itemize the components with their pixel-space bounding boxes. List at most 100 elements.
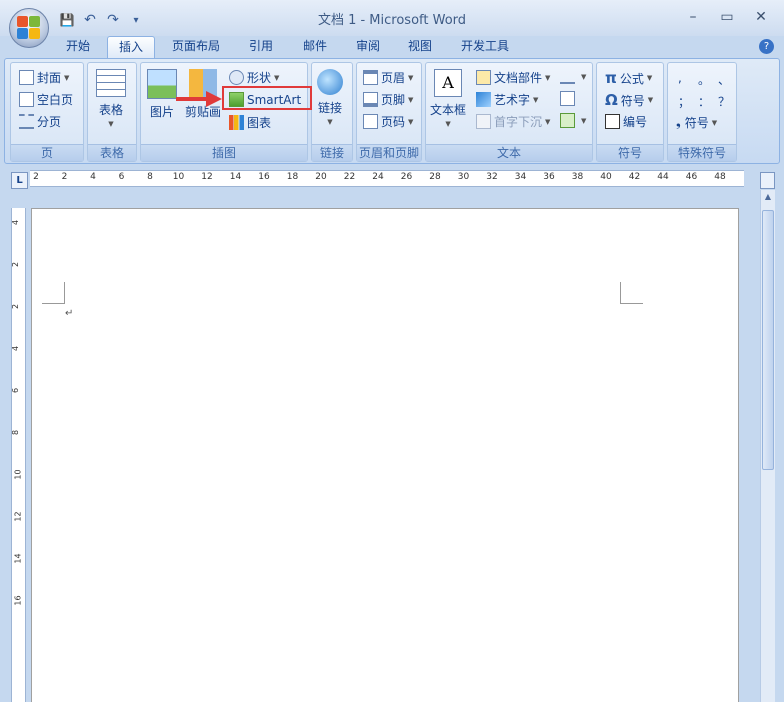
footer-button[interactable]: 页脚 ▼ <box>363 91 413 108</box>
smartart-button[interactable]: SmartArt <box>229 92 301 107</box>
page-number-button[interactable]: 页码 ▼ <box>363 113 413 130</box>
shapes-label: 形状 <box>247 71 272 85</box>
ruler-number: 30 <box>457 172 470 182</box>
maximize-button[interactable]: ▭ <box>710 6 744 28</box>
special-char-enum-comma[interactable]: 、 <box>718 71 730 88</box>
tab-insert[interactable]: 插入 <box>107 36 155 58</box>
vertical-ruler[interactable]: 4 2 2 4 6 8 10 12 14 16 <box>11 208 26 702</box>
paragraph-mark: ↵ <box>65 308 74 319</box>
ruler-number: 4 <box>90 172 96 182</box>
special-char-colon[interactable]: ： <box>698 93 710 110</box>
links-button[interactable]: 链接 ▼ <box>317 69 343 126</box>
ruler-number: 16 <box>258 172 270 182</box>
group-header-footer: 页眉 ▼ 页脚 ▼ 页码 ▼ 页眉和页脚 <box>356 62 422 162</box>
chart-button[interactable]: 图表 <box>229 114 271 131</box>
numbering-icon <box>605 114 620 129</box>
group-text: A 文本框 ▼ 文档部件 ▼ 艺术字 ▼ 首字下沉 ▼ ▼ ▼ 文本 <box>425 62 593 162</box>
header-button[interactable]: 页眉 ▼ <box>363 69 413 86</box>
table-label: 表格 <box>98 103 123 117</box>
tab-page-layout[interactable]: 页面布局 <box>172 36 220 58</box>
wordart-label: 艺术字 <box>494 93 531 107</box>
dropcap-label: 首字下沉 <box>494 115 543 129</box>
blank-page-label: 空白页 <box>37 93 74 107</box>
date-time-button[interactable] <box>560 91 578 106</box>
equation-button[interactable]: π 公式 ▼ <box>605 69 652 87</box>
symbol-button[interactable]: Ω 符号 ▼ <box>605 91 653 109</box>
office-button[interactable] <box>9 8 49 48</box>
office-logo-icon <box>17 16 41 40</box>
pi-icon: π <box>605 69 617 87</box>
vertical-scrollbar[interactable]: ▲ <box>760 190 775 702</box>
special-char-semicolon[interactable]: ； <box>678 93 690 110</box>
wordart-icon <box>476 92 491 107</box>
vruler-number: 2 <box>11 261 21 268</box>
vruler-number: 8 <box>11 429 21 436</box>
dropcap-icon <box>476 114 491 129</box>
cover-page-button[interactable]: 封面 ▼ <box>19 69 69 86</box>
group-special-symbols: , 。 、 ； ： ？ ❟ 符号 ▼ 特殊符号 <box>667 62 737 162</box>
numbering-button[interactable]: 编号 <box>605 113 647 130</box>
horizontal-ruler[interactable]: 2 2 4 6 8 10 12 14 16 18 20 22 24 26 28 30 32 34 36 38 40 42 4… <box>30 170 744 187</box>
table-button[interactable]: 表格 ▼ <box>96 69 126 128</box>
group-label-header-footer: 页眉和页脚 <box>357 144 421 161</box>
blank-page-button[interactable]: 空白页 <box>19 91 73 108</box>
minimize-button[interactable]: – <box>676 6 710 28</box>
quick-parts-label: 文档部件 <box>494 71 543 85</box>
dropcap-button[interactable]: 首字下沉 ▼ <box>476 113 550 130</box>
ruler-number: 2 <box>33 172 39 182</box>
special-symbol-more-button[interactable]: ❟ 符号 ▼ <box>676 114 717 131</box>
document-page[interactable]: ↵ <box>31 208 739 702</box>
window-title: 文档 1 - Microsoft Word <box>317 13 467 28</box>
shapes-button[interactable]: 形状 ▼ <box>229 69 279 86</box>
page-break-button[interactable]: 分页 <box>19 113 61 130</box>
group-label-tables: 表格 <box>88 144 136 161</box>
group-links: 链接 ▼ 链接 <box>311 62 353 162</box>
footer-label: 页脚 <box>381 93 406 107</box>
ruler-number: 28 <box>429 172 441 182</box>
scroll-up-button[interactable]: ▲ <box>763 192 773 204</box>
picture-label: 图片 <box>149 105 174 119</box>
close-button[interactable]: ✕ <box>744 6 778 28</box>
object-icon <box>560 113 575 128</box>
equation-label: 公式 <box>619 71 644 86</box>
margin-corner-top-right <box>620 282 643 304</box>
ruler-number: 12 <box>201 172 213 182</box>
tab-mailings[interactable]: 邮件 <box>303 36 327 58</box>
group-label-text: 文本 <box>426 144 592 161</box>
ruler-number: 42 <box>628 172 641 182</box>
picture-button[interactable]: 图片 <box>147 69 177 120</box>
ruler-number: 34 <box>514 172 527 182</box>
group-label-links: 链接 <box>312 144 352 161</box>
ribbon: 封面 ▼ 空白页 分页 页 表格 ▼ 表格 图片 剪贴画 形状 ▼ SmartA… <box>4 58 780 164</box>
group-tables: 表格 ▼ 表格 <box>87 62 137 162</box>
tab-stop-selector[interactable]: L <box>11 172 28 189</box>
numbering-label: 编号 <box>623 115 648 129</box>
view-ruler-toggle-icon[interactable] <box>760 172 775 189</box>
ruler-number: 2 <box>61 172 68 182</box>
wordart-button[interactable]: 艺术字 ▼ <box>476 91 538 108</box>
tab-review[interactable]: 审阅 <box>356 36 380 58</box>
ruler-number: 10 <box>172 172 185 182</box>
help-icon[interactable]: ? <box>759 39 774 54</box>
tab-references[interactable]: 引用 <box>249 36 273 58</box>
ruler-number: 22 <box>343 172 356 182</box>
special-char-question[interactable]: ？ <box>718 93 730 110</box>
special-char-comma[interactable]: , <box>678 71 682 85</box>
special-char-period[interactable]: 。 <box>698 71 710 88</box>
special-symbol-icon: ❟ <box>676 115 681 129</box>
object-button[interactable]: ▼ <box>560 113 586 128</box>
tab-view[interactable]: 视图 <box>408 36 432 58</box>
ruler-number: 14 <box>229 172 242 182</box>
picture-icon <box>147 69 177 99</box>
textbox-button[interactable]: A 文本框 ▼ <box>430 69 466 128</box>
ruler-number: 40 <box>600 172 612 182</box>
shapes-icon <box>229 70 244 85</box>
quick-parts-button[interactable]: 文档部件 ▼ <box>476 69 550 86</box>
scrollbar-thumb[interactable] <box>762 210 774 470</box>
globe-link-icon <box>317 69 343 95</box>
tab-developer[interactable]: 开发工具 <box>461 36 509 58</box>
tab-home[interactable]: 开始 <box>66 36 90 58</box>
ruler-number: 36 <box>543 172 555 182</box>
signature-line-button[interactable]: ▼ <box>560 69 586 84</box>
header-label: 页眉 <box>381 71 406 85</box>
